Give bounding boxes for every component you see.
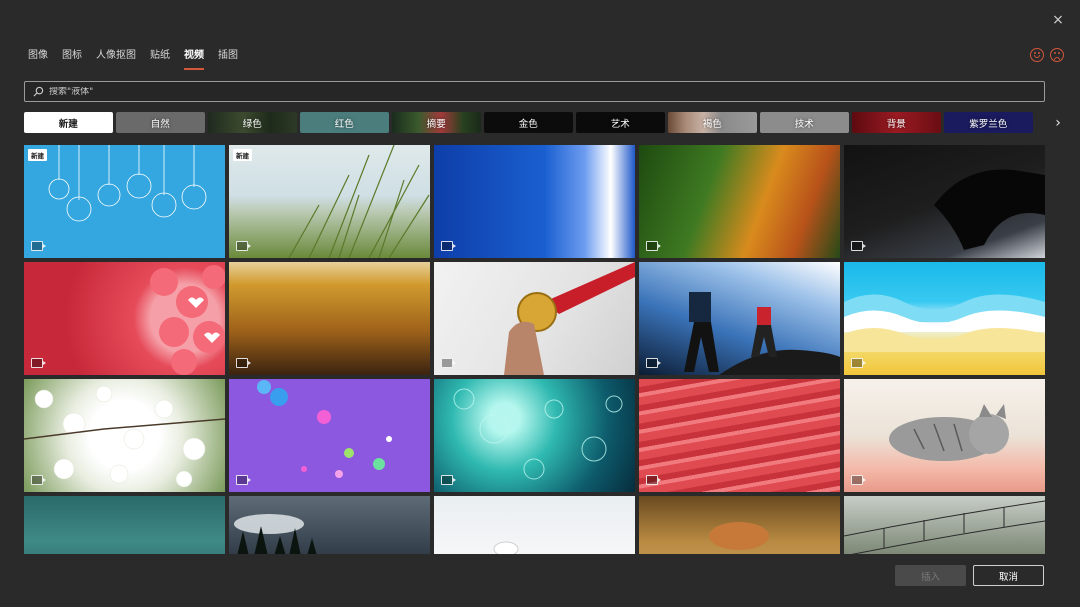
chip-art[interactable]: 艺术 [576, 112, 665, 133]
chevron-right-icon[interactable]: › [1050, 112, 1066, 133]
video-camera-icon [851, 475, 866, 485]
video-camera-icon [236, 358, 251, 368]
chip-gold[interactable]: 金色 [484, 112, 573, 133]
foggy-forest-art [234, 514, 317, 554]
chip-label: 紫罗兰色 [969, 118, 1008, 130]
video-thumb-kitten[interactable] [844, 379, 1045, 492]
bubbles-art [257, 380, 392, 478]
hand-art [934, 169, 1045, 250]
video-thumb-foggy-forest[interactable] [229, 496, 430, 554]
feedback-icons [1030, 48, 1064, 62]
chip-label: 背景 [886, 118, 906, 130]
frown-icon[interactable] [1050, 48, 1064, 62]
video-thumb-hearts[interactable] [24, 262, 225, 375]
video-camera-icon [646, 475, 661, 485]
video-thumb-keyboard[interactable] [844, 145, 1045, 258]
chip-label: 金色 [518, 118, 538, 130]
chip-label: 新建 [58, 118, 78, 130]
video-thumb-rope-bridge[interactable] [844, 496, 1045, 554]
video-camera-icon [441, 475, 456, 485]
rope-bridge-art [844, 500, 1045, 554]
tab-cutout-people[interactable]: 人像抠图 [96, 46, 136, 70]
video-thumb-wheat[interactable] [229, 262, 430, 375]
video-camera-icon [31, 475, 46, 485]
tab-illustrations[interactable]: 插图 [218, 46, 238, 70]
video-camera-icon [441, 241, 456, 251]
hay-art [709, 522, 769, 550]
video-thumb-hay[interactable] [639, 496, 840, 554]
bokeh-art [453, 388, 623, 480]
search-bar[interactable] [24, 81, 1045, 102]
grass-art [288, 145, 430, 258]
climbers-art [684, 292, 840, 375]
chip-new[interactable]: 新建 [24, 112, 113, 133]
tab-videos[interactable]: 视频 [184, 46, 204, 70]
new-badge: 新建 [28, 149, 47, 161]
video-camera-icon [646, 358, 661, 368]
cancel-button[interactable]: 取消 [973, 565, 1044, 586]
chip-brown[interactable]: 褐色 [668, 112, 757, 133]
video-thumb-autumn[interactable] [639, 145, 840, 258]
chip-abstract[interactable]: 摘要 [392, 112, 481, 133]
chip-label: 绿色 [242, 118, 262, 130]
blossoms-art [24, 385, 225, 488]
chip-label: 红色 [334, 118, 354, 130]
tab-icons[interactable]: 图标 [62, 46, 82, 70]
video-thumb-blossoms[interactable] [24, 379, 225, 492]
insert-button[interactable]: 插入 [895, 565, 966, 586]
chip-label: 摘要 [426, 118, 446, 130]
video-thumb-red-waves[interactable] [639, 379, 840, 492]
chip-background[interactable]: 背景 [852, 112, 941, 133]
video-thumb-medal[interactable] [434, 262, 635, 375]
paper-waves-art [844, 294, 1045, 352]
tab-stickers[interactable]: 贴纸 [150, 46, 170, 70]
gold-medal-art [504, 262, 635, 375]
video-thumb-bokeh[interactable] [434, 379, 635, 492]
video-thumb-paper-waves[interactable] [844, 262, 1045, 375]
video-camera-icon [31, 358, 46, 368]
new-badge: 新建 [233, 149, 252, 161]
chip-nature[interactable]: 自然 [116, 112, 205, 133]
snow-animal-art [493, 541, 519, 554]
video-camera-icon [31, 241, 46, 251]
video-thumb-bubbles[interactable] [229, 379, 430, 492]
video-camera-icon [236, 241, 251, 251]
video-camera-icon [851, 241, 866, 251]
category-tabs: 图像 图标 人像抠图 贴纸 视频 插图 [28, 46, 252, 70]
video-thumb-sea[interactable] [24, 496, 225, 554]
video-camera-icon [851, 358, 866, 368]
filter-chips: 新建 自然 绿色 红色 摘要 金色 艺术 褐色 技术 背景 紫罗兰色 [24, 112, 1046, 134]
video-camera-icon [441, 358, 456, 368]
video-thumb-snowflakes[interactable]: 新建 [24, 145, 225, 258]
search-icon [33, 86, 44, 97]
smile-icon[interactable] [1030, 48, 1044, 62]
tab-images[interactable]: 图像 [28, 46, 48, 70]
snowflake-ornaments-art [48, 145, 207, 222]
video-thumb-water[interactable] [434, 145, 635, 258]
search-input[interactable] [49, 86, 949, 97]
chip-red[interactable]: 红色 [300, 112, 389, 133]
video-camera-icon [236, 475, 251, 485]
kitten-art [889, 404, 1009, 461]
video-thumb-grass[interactable]: 新建 [229, 145, 430, 258]
chip-label: 技术 [794, 118, 814, 130]
chip-violet[interactable]: 紫罗兰色 [944, 112, 1033, 133]
chip-label: 褐色 [702, 118, 722, 130]
chip-label: 艺术 [610, 118, 630, 130]
chip-green[interactable]: 绿色 [208, 112, 297, 133]
chip-technology[interactable]: 技术 [760, 112, 849, 133]
close-button[interactable]: × [1050, 12, 1066, 28]
chip-label: 自然 [150, 118, 170, 130]
video-grid: 新建 新建 [24, 145, 1046, 554]
video-thumb-snow-field[interactable] [434, 496, 635, 554]
video-camera-icon [646, 241, 661, 251]
heart-balloons-art [150, 265, 225, 375]
video-thumb-climbers[interactable] [639, 262, 840, 375]
